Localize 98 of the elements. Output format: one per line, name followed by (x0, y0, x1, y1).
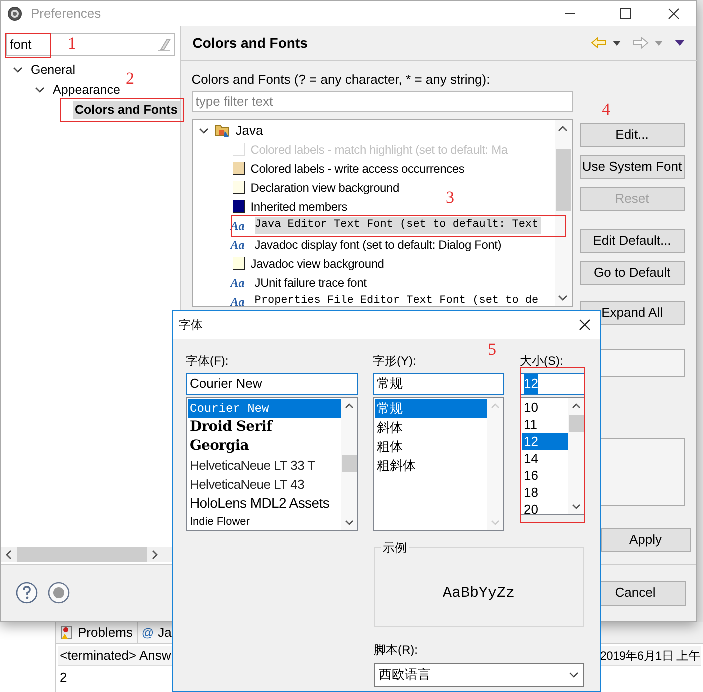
scroll-up-icon (572, 403, 580, 409)
list-item[interactable]: 粗体 (375, 437, 487, 456)
view-menu-icon (674, 40, 685, 46)
field-label: 脚本(R): (374, 642, 418, 659)
list-item[interactable]: Indie Flower (188, 513, 341, 530)
dialog-title: 字体 (179, 317, 203, 334)
at-sign-icon: @ (142, 624, 154, 642)
tree-item[interactable]: General (29, 60, 78, 80)
scroll-up-icon (344, 403, 354, 409)
vertical-scrollbar[interactable] (568, 398, 584, 514)
window-title: Preferences (31, 4, 102, 23)
list-item[interactable]: Courier New (188, 399, 341, 418)
vertical-scrollbar[interactable] (487, 398, 503, 530)
filter-field[interactable]: type filter text (192, 91, 573, 112)
scrollbar-thumb[interactable] (342, 455, 356, 472)
problems-icon (60, 624, 74, 640)
tree-item[interactable]: Declaration view background (250, 178, 402, 196)
font-icon: Aa (230, 274, 249, 292)
tree-item[interactable]: Appearance (51, 80, 122, 100)
scroll-right-icon (150, 550, 160, 560)
tree-item[interactable]: JUnit failure trace font (254, 274, 369, 292)
tree-item[interactable]: Java Editor Text Font (set to default: Text (254, 217, 541, 234)
list-item[interactable]: 14 (522, 450, 568, 467)
action-button[interactable]: Go to Default (580, 261, 685, 285)
tree-item[interactable]: Inherited members (250, 198, 350, 216)
list-item[interactable]: 18 (522, 484, 568, 501)
list-item[interactable]: Georgia (188, 437, 341, 456)
tree-item[interactable]: Javadoc display font (set to default: Dialog Font) (254, 236, 504, 254)
scroll-up-icon (490, 403, 500, 409)
record-icon (48, 582, 70, 604)
list-item[interactable]: HelveticaNeue LT 43 (188, 475, 341, 494)
eraser-icon (156, 38, 171, 50)
console-header: <terminated> Answ (59, 646, 172, 665)
annotation-number: 1 (68, 35, 76, 53)
sample-text: AaBbYyZz (442, 584, 515, 604)
list-item[interactable]: 常规 (375, 399, 487, 418)
view-tab[interactable]: Problems (56, 622, 138, 643)
scrollbar-thumb[interactable] (556, 149, 571, 211)
list-item[interactable]: HoloLens MDL2 Assets (188, 494, 341, 513)
field-label: 大小(S): (520, 354, 564, 369)
help-icon (16, 582, 38, 604)
scroll-left-icon (4, 550, 14, 560)
caret-icon (654, 40, 663, 46)
folder-icon (214, 123, 231, 138)
console-timestamp: 2019年6月1日 上午 (600, 648, 701, 664)
action-button[interactable]: Edit... (580, 123, 685, 147)
tree-item[interactable]: Javadoc view background (250, 254, 386, 272)
list-item[interactable]: Droid Serif (188, 418, 341, 437)
scroll-up-icon (558, 125, 568, 133)
close-icon (668, 8, 680, 20)
list-item[interactable]: 16 (522, 467, 568, 484)
annotation-number: 5 (488, 341, 496, 359)
annotation-number: 4 (602, 101, 610, 119)
tree-item[interactable]: Properties File Editor Text Font (set to de (254, 293, 541, 306)
field-label: 字体(F): (186, 354, 229, 369)
list-item[interactable]: 12 (522, 433, 568, 450)
annotation-number: 2 (126, 70, 134, 88)
scroll-down-icon (558, 294, 568, 302)
maximize-icon (620, 8, 632, 20)
tree-item[interactable]: Colored labels - write access occurrences (250, 160, 467, 178)
annotation-number: 3 (446, 189, 454, 207)
vertical-scrollbar[interactable] (554, 120, 572, 306)
list-item[interactable]: 斜体 (375, 418, 487, 437)
tab-label: Problems (78, 624, 133, 642)
field-label: 字形(Y): (373, 354, 416, 369)
caret-icon (612, 40, 621, 46)
list-item[interactable]: 20 (522, 501, 568, 514)
scroll-down-icon (344, 520, 354, 526)
chevron-down-icon (569, 672, 579, 678)
scroll-down-icon (572, 504, 580, 510)
list-item[interactable]: 粗斜体 (375, 456, 487, 475)
close-icon (579, 319, 591, 331)
console-output: 2 (59, 669, 68, 687)
script-dropdown[interactable]: 西欧语言 (374, 663, 584, 687)
scrollbar-thumb[interactable] (17, 547, 147, 562)
font-icon: Aa (230, 236, 249, 254)
text-field[interactable]: 常规 (373, 373, 504, 395)
scroll-down-icon (490, 520, 500, 526)
gear-icon (7, 6, 23, 22)
list-item[interactable]: 10 (522, 399, 568, 416)
tree-item[interactable]: Java (236, 120, 264, 140)
list-item[interactable]: 11 (522, 416, 568, 433)
scrollbar-thumb[interactable] (568, 415, 584, 432)
back-arrow-icon (590, 37, 607, 49)
action-button[interactable]: Edit Default... (580, 229, 685, 253)
apply-button[interactable]: Apply (600, 528, 691, 552)
list-item[interactable]: HelveticaNeue LT 33 T (188, 456, 341, 475)
font-icon: Aa (230, 292, 249, 306)
text-field[interactable]: 12 (520, 373, 585, 395)
vertical-scrollbar[interactable] (341, 398, 357, 530)
description-label: Colors and Fonts (? = any character, * = any string): (192, 71, 490, 87)
tab-label: Ja (158, 624, 172, 642)
page-title: Colors and Fonts (192, 34, 308, 52)
text-field[interactable]: Courier New (186, 373, 358, 395)
annotation-frame (5, 33, 51, 58)
tree-item[interactable]: Colors and Fonts (73, 100, 180, 120)
action-button[interactable]: Use System Font (580, 155, 685, 179)
forward-arrow-icon (632, 37, 649, 49)
